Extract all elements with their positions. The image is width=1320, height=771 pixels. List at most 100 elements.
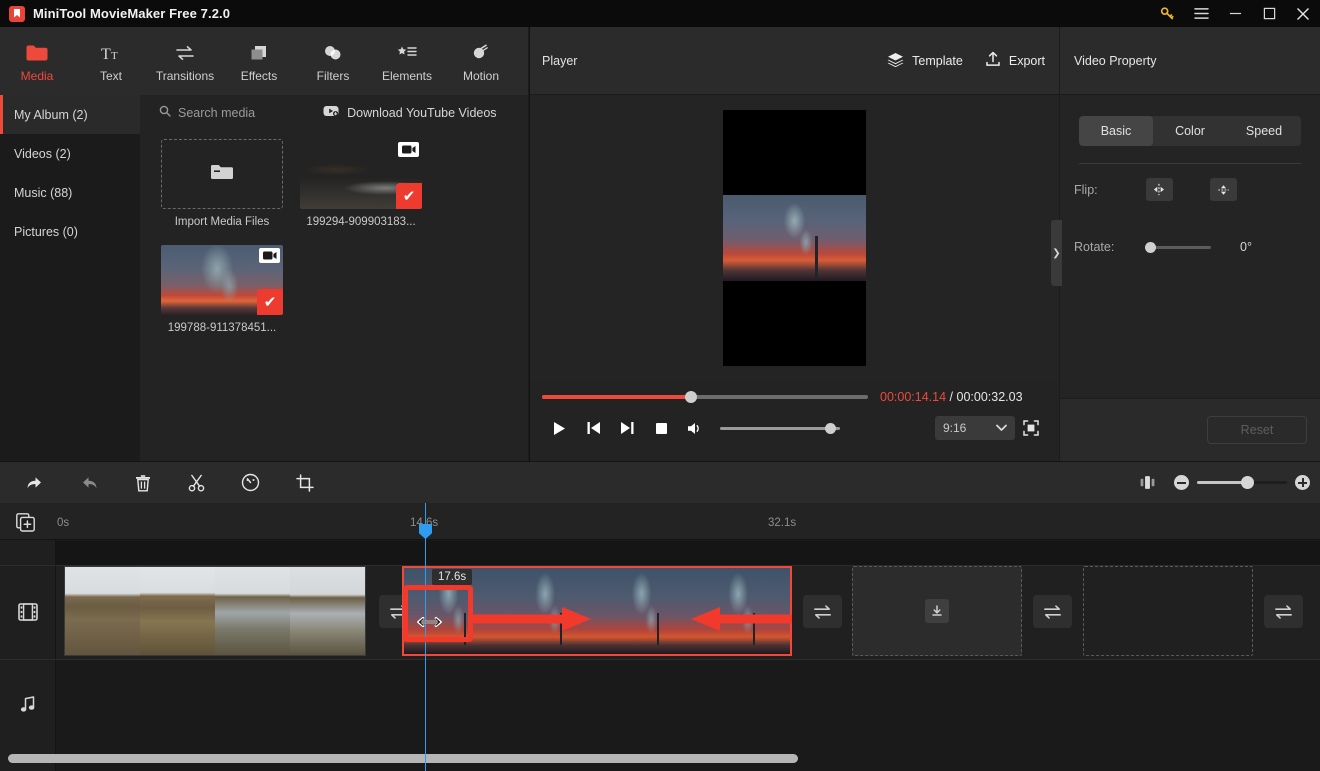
export-button[interactable]: Export xyxy=(985,51,1045,70)
zoom-slider[interactable] xyxy=(1197,476,1287,489)
timeline-clip-lake[interactable] xyxy=(64,566,366,656)
flip-horizontal-icon[interactable] xyxy=(1146,178,1173,201)
minimize-icon[interactable] xyxy=(1218,0,1252,27)
sidebar-item-videos[interactable]: Videos (2) xyxy=(0,134,140,173)
zoom-controls xyxy=(1129,467,1310,499)
preview-image-smoke xyxy=(723,194,866,281)
ruler-tick: 32.1s xyxy=(768,517,797,529)
media-thumbnail[interactable]: ✔ xyxy=(300,139,422,209)
key-icon[interactable] xyxy=(1150,0,1184,27)
tab-effects[interactable]: Effects xyxy=(222,33,296,91)
tab-text[interactable]: TT Text xyxy=(74,33,148,91)
volume-handle[interactable] xyxy=(825,422,836,434)
youtube-download-label: Download YouTube Videos xyxy=(347,105,497,120)
play-button[interactable] xyxy=(542,413,576,443)
scissors-icon[interactable] xyxy=(178,467,215,499)
volume-slider[interactable] xyxy=(720,422,840,434)
clip-frame xyxy=(290,567,365,655)
speed-gauge-icon[interactable] xyxy=(232,467,269,499)
rotate-label: Rotate: xyxy=(1074,240,1115,254)
flip-vertical-icon[interactable] xyxy=(1210,178,1237,201)
timeline-drop-placeholder[interactable] xyxy=(852,566,1022,656)
tab-basic[interactable]: Basic xyxy=(1079,116,1153,146)
horizontal-resize-cursor-icon xyxy=(417,615,442,634)
rotate-handle[interactable] xyxy=(1145,241,1156,253)
tab-filters[interactable]: Filters xyxy=(296,33,370,91)
sidebar-item-my-album[interactable]: My Album (2) xyxy=(0,95,140,134)
import-dropzone[interactable] xyxy=(161,139,283,209)
download-youtube-videos-button[interactable]: Download YouTube Videos xyxy=(323,105,497,120)
tab-label: Media xyxy=(20,68,54,83)
import-media-tile[interactable]: Import Media Files xyxy=(161,139,283,228)
property-tabs: Basic Color Speed xyxy=(1079,116,1301,146)
tab-elements[interactable]: Elements xyxy=(370,33,444,91)
add-media-icon[interactable] xyxy=(16,513,35,537)
zoom-handle[interactable] xyxy=(1241,476,1254,489)
maximize-icon[interactable] xyxy=(1252,0,1286,27)
audio-track-lane[interactable] xyxy=(56,660,1320,748)
app-window: MiniTool MovieMaker Free 7.2.0 Media T T… xyxy=(0,0,1320,771)
overlay-track-lane[interactable] xyxy=(56,541,1320,565)
timeline-scrollbar-thumb[interactable] xyxy=(8,754,798,763)
media-thumbnail[interactable]: ✔ xyxy=(161,245,283,315)
annotation-arrow-right xyxy=(470,605,592,638)
sidebar-item-label: Pictures (0) xyxy=(14,224,78,239)
tab-label: Speed xyxy=(1245,124,1283,138)
video-type-icon xyxy=(259,248,280,263)
search-input[interactable]: Search media xyxy=(159,105,255,120)
media-item[interactable]: ✔ 199294-909903183... xyxy=(300,139,422,228)
folder-open-icon xyxy=(209,162,235,187)
rotate-slider[interactable] xyxy=(1145,241,1211,253)
transport-controls: 9:16 xyxy=(542,410,1047,446)
template-button[interactable]: Template xyxy=(887,52,963,70)
trash-icon[interactable] xyxy=(124,467,161,499)
download-into-icon xyxy=(925,599,949,623)
timeline-drop-placeholder[interactable] xyxy=(1083,566,1253,656)
undo-icon[interactable] xyxy=(16,467,53,499)
seek-fill xyxy=(542,395,692,399)
previous-frame-button[interactable] xyxy=(576,413,610,443)
player-controls: 00:00:14.14 / 00:00:32.03 9:16 xyxy=(530,380,1059,446)
seek-handle[interactable] xyxy=(685,391,697,403)
sidebar-item-music[interactable]: Music (88) xyxy=(0,173,140,212)
track-header-rail xyxy=(0,540,56,771)
transitions-icon xyxy=(174,42,196,64)
app-title: MiniTool MovieMaker Free 7.2.0 xyxy=(33,6,231,21)
timeline-ruler[interactable]: 0s 14.6s 32.1s xyxy=(0,503,1320,540)
media-item[interactable]: ✔ 199788-911378451... xyxy=(161,245,283,334)
selected-checkmark-icon[interactable]: ✔ xyxy=(257,289,283,315)
next-frame-button[interactable] xyxy=(610,413,644,443)
hamburger-menu-icon[interactable] xyxy=(1184,0,1218,27)
tab-transitions[interactable]: Transitions xyxy=(148,33,222,91)
tool-tabs: Media TT Text Transitions Effects Filter… xyxy=(0,27,528,95)
title-bar: MiniTool MovieMaker Free 7.2.0 xyxy=(0,0,1320,27)
transition-swap-icon[interactable] xyxy=(1033,595,1072,628)
transition-swap-icon[interactable] xyxy=(1264,595,1303,628)
tab-speed[interactable]: Speed xyxy=(1227,116,1301,146)
seek-slider[interactable] xyxy=(542,391,868,403)
clip-frame xyxy=(215,567,290,655)
crop-icon[interactable] xyxy=(286,467,323,499)
video-preview-frame[interactable] xyxy=(723,109,866,366)
aspect-ratio-select[interactable]: 9:16 xyxy=(935,416,1015,440)
zoom-out-icon[interactable] xyxy=(1174,475,1189,490)
divider xyxy=(1079,163,1301,164)
stop-button[interactable] xyxy=(644,413,678,443)
transition-swap-icon[interactable] xyxy=(803,595,842,628)
annotation-arrow-left xyxy=(690,605,792,638)
selected-checkmark-icon[interactable]: ✔ xyxy=(396,183,422,209)
close-icon[interactable] xyxy=(1286,0,1320,27)
fullscreen-icon[interactable] xyxy=(1015,413,1047,443)
chevron-right-icon[interactable]: ❯ xyxy=(1051,220,1062,286)
tab-motion[interactable]: Motion xyxy=(444,33,518,91)
zoom-in-icon[interactable] xyxy=(1295,475,1310,490)
tab-media[interactable]: Media xyxy=(0,33,74,91)
sidebar-item-pictures[interactable]: Pictures (0) xyxy=(0,212,140,251)
tab-color[interactable]: Color xyxy=(1153,116,1227,146)
reset-button[interactable]: Reset xyxy=(1207,416,1307,444)
tab-label: Effects xyxy=(240,68,278,83)
fit-timeline-icon[interactable] xyxy=(1129,467,1166,499)
youtube-download-icon xyxy=(323,105,339,120)
volume-button[interactable] xyxy=(678,413,712,443)
redo-icon[interactable] xyxy=(70,467,107,499)
